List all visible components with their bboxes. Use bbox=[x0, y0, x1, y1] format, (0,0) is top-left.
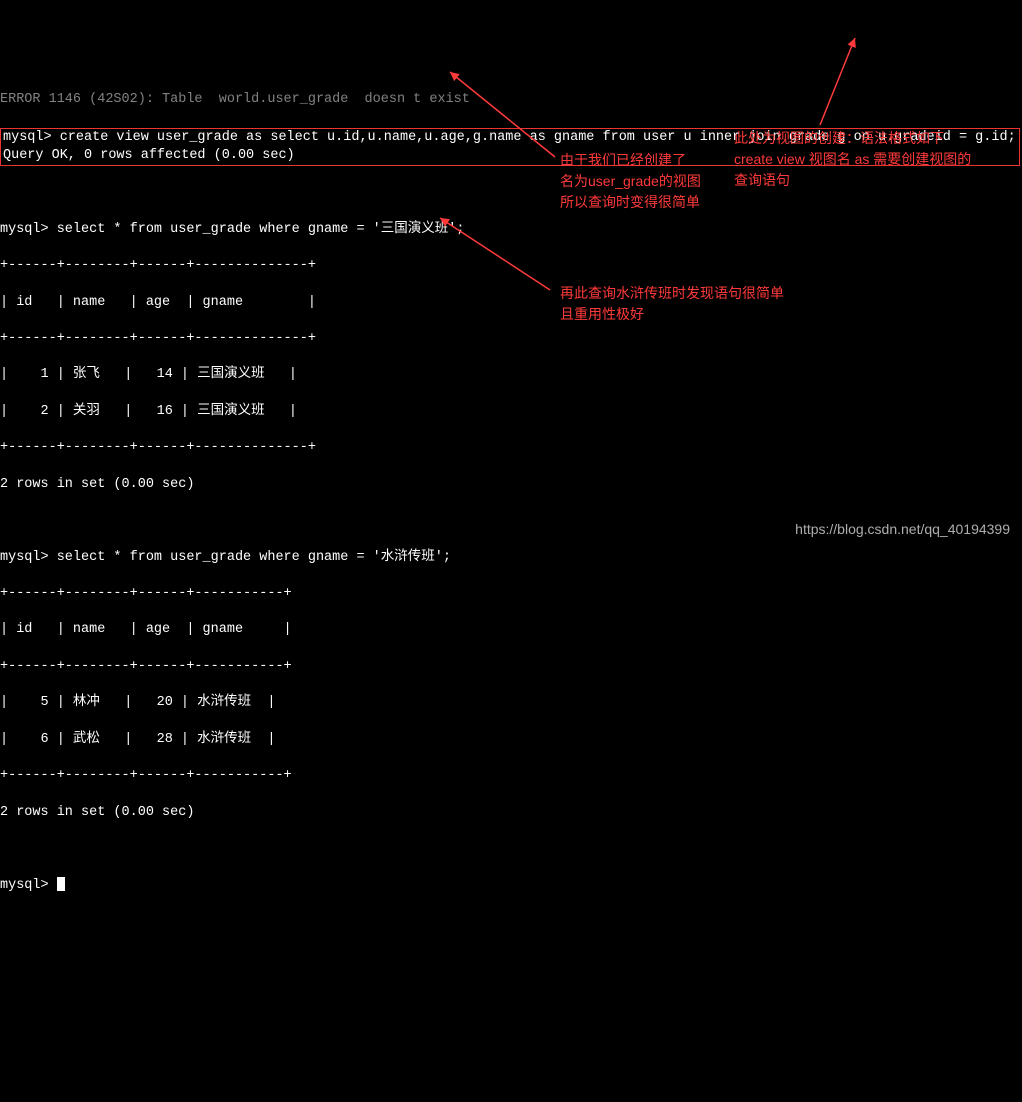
annotation-line: 由于我们已经创建了 bbox=[560, 150, 760, 171]
annotation-view-created: 由于我们已经创建了 名为user_grade的视图 所以查询时变得很简单 bbox=[560, 150, 760, 213]
annotation-create-syntax: 此处为视图的创建：语法格式如下 create view 视图名 as 需要创建视… bbox=[734, 128, 994, 191]
table-row: | 6 | 武松 | 28 | 水浒传班 | bbox=[0, 731, 1022, 749]
table-sep: +------+--------+------+-----------+ bbox=[0, 658, 1022, 676]
table-sep: +------+--------+------+--------------+ bbox=[0, 330, 1022, 348]
table-sep: +------+--------+------+--------------+ bbox=[0, 439, 1022, 457]
prompt: mysql> bbox=[3, 130, 52, 145]
cursor[interactable] bbox=[57, 877, 65, 891]
table-sep: +------+--------+------+-----------+ bbox=[0, 767, 1022, 785]
terminal-output: ERROR 1146 (42S02): Table world.user_gra… bbox=[0, 73, 1022, 913]
table-row: | 5 | 林冲 | 20 | 水浒传班 | bbox=[0, 694, 1022, 712]
watermark: https://blog.csdn.net/qq_40194399 bbox=[795, 520, 1010, 539]
query1-cmd: select * from user_grade where gname = '… bbox=[49, 222, 465, 237]
table-sep: +------+--------+------+--------------+ bbox=[0, 257, 1022, 275]
table-row: | 2 | 关羽 | 16 | 三国演义班 | bbox=[0, 403, 1022, 421]
annotation-line: create view 视图名 as 需要创建视图的 bbox=[734, 149, 994, 170]
annotation-line: 且重用性极好 bbox=[560, 304, 840, 325]
blank-line bbox=[0, 840, 1022, 858]
table-header: | id | name | age | gname | bbox=[0, 294, 1022, 312]
create-view-result: Query OK, 0 rows affected (0.00 sec) bbox=[3, 148, 295, 163]
annotation-line: 所以查询时变得很简单 bbox=[560, 192, 760, 213]
prompt: mysql> bbox=[0, 878, 57, 893]
annotation-line: 名为user_grade的视图 bbox=[560, 171, 760, 192]
query2-cmd: select * from user_grade where gname = '… bbox=[49, 550, 451, 565]
annotation-line: 查询语句 bbox=[734, 170, 994, 191]
annotation-reuse: 再此查询水浒传班时发现语句很简单 且重用性极好 bbox=[560, 283, 840, 325]
annotation-line: 再此查询水浒传班时发现语句很简单 bbox=[560, 283, 840, 304]
table-row: | 1 | 张飞 | 14 | 三国演义班 | bbox=[0, 366, 1022, 384]
annotation-line: 此处为视图的创建：语法格式如下 bbox=[734, 128, 994, 149]
table-header: | id | name | age | gname | bbox=[0, 621, 1022, 639]
error-line: ERROR 1146 (42S02): Table world.user_gra… bbox=[0, 91, 1022, 109]
result-count: 2 rows in set (0.00 sec) bbox=[0, 804, 1022, 822]
prompt: mysql> bbox=[0, 550, 49, 565]
result-count: 2 rows in set (0.00 sec) bbox=[0, 476, 1022, 494]
table-sep: +------+--------+------+-----------+ bbox=[0, 585, 1022, 603]
prompt: mysql> bbox=[0, 222, 49, 237]
